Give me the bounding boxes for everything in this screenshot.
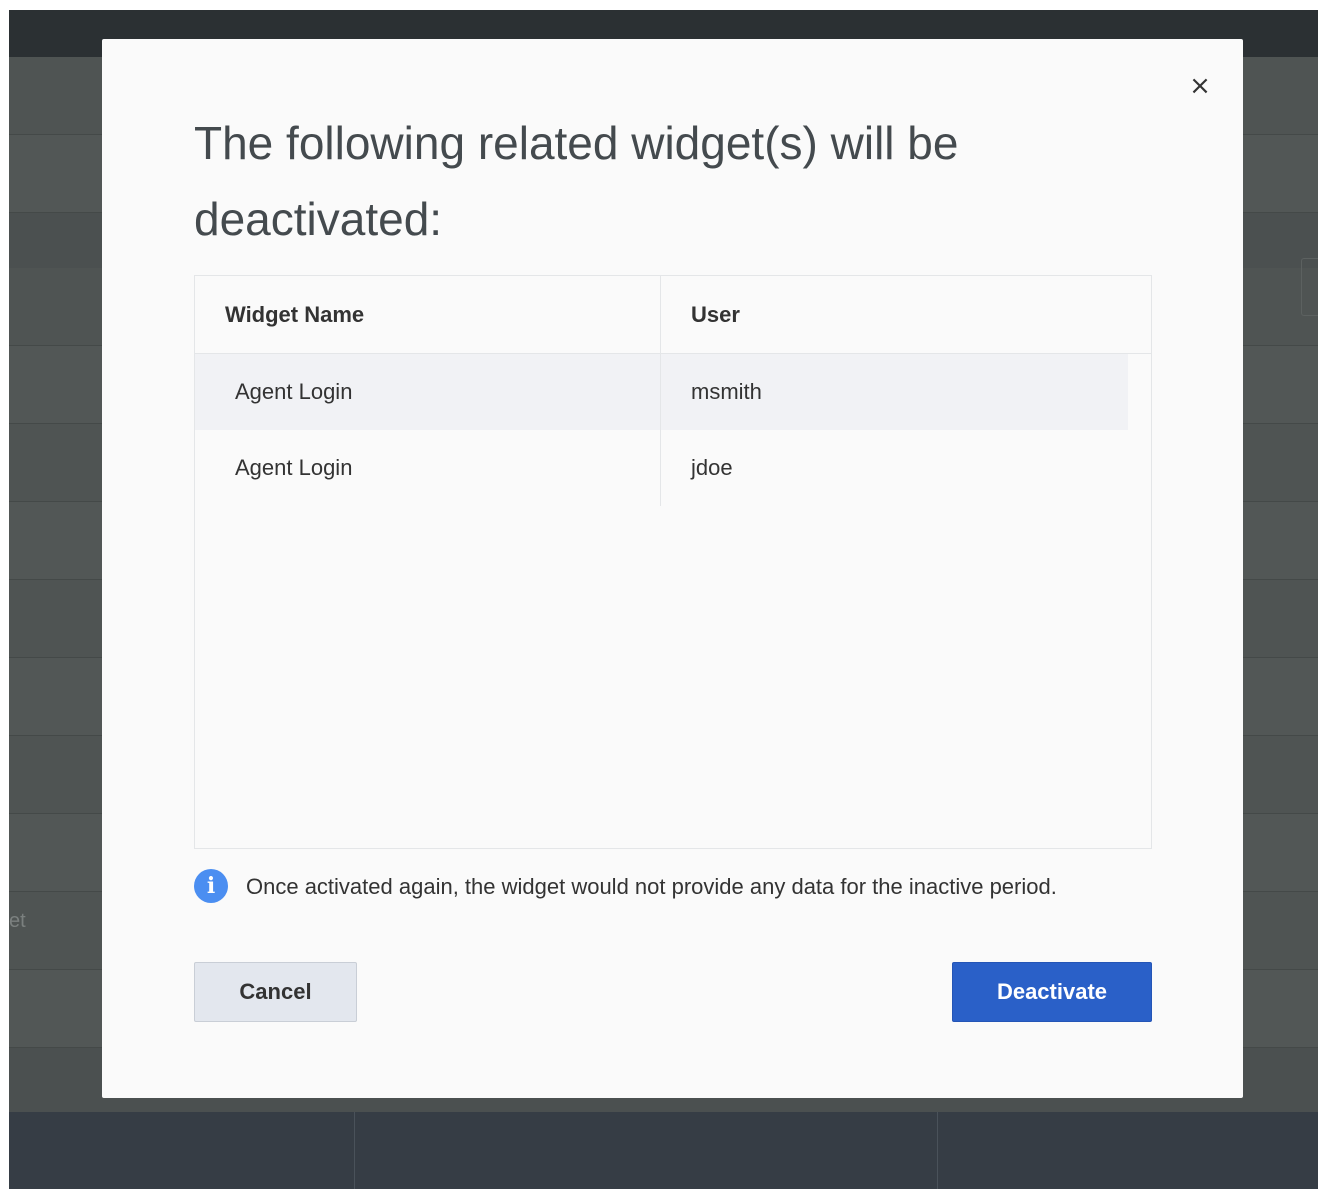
column-header-widget-name[interactable]: Widget Name <box>225 276 364 353</box>
footer-divider <box>937 1112 938 1189</box>
cell-widget-name: Agent Login <box>235 379 353 404</box>
table-row: Agent Login msmith <box>195 354 1128 430</box>
background-partial-label: et <box>9 910 26 932</box>
info-text: Once activated again, the widget would n… <box>246 874 1057 899</box>
footer-divider <box>354 1112 355 1189</box>
related-widgets-table: Widget Name User Agent Login msmith Agen… <box>194 275 1152 849</box>
column-divider <box>660 276 661 506</box>
close-icon[interactable]: × <box>1187 73 1213 99</box>
background-control-edge <box>1301 258 1318 316</box>
cell-user: jdoe <box>691 455 733 480</box>
cancel-button[interactable]: Cancel <box>194 962 357 1022</box>
deactivate-button[interactable]: Deactivate <box>952 962 1152 1022</box>
info-message: i Once activated again, the widget would… <box>194 867 1174 907</box>
table-row: Agent Login jdoe <box>195 430 1128 506</box>
table-header: Widget Name User <box>195 276 1151 354</box>
cell-widget-name: Agent Login <box>235 455 353 480</box>
background-footer <box>9 1112 1318 1189</box>
info-icon: i <box>194 869 228 903</box>
dialog-title: The following related widget(s) will be … <box>194 117 959 245</box>
cell-user: msmith <box>691 379 762 404</box>
column-header-user[interactable]: User <box>691 276 740 353</box>
deactivate-widgets-dialog: × The following related widget(s) will b… <box>102 39 1243 1098</box>
